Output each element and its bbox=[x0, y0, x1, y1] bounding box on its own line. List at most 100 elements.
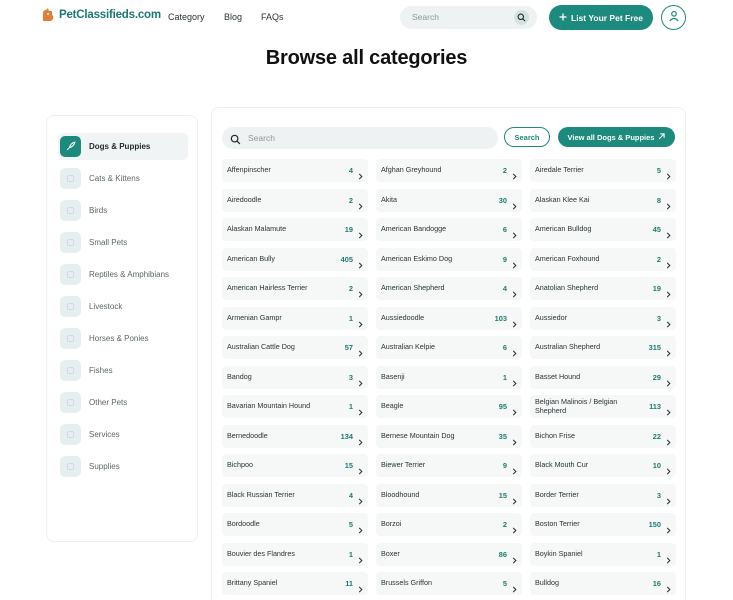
user-account-button[interactable] bbox=[661, 5, 686, 30]
breed-item[interactable]: American Hairless Terrier 2 bbox=[222, 277, 368, 300]
breed-count: 19 bbox=[344, 225, 353, 234]
breed-item[interactable]: Anatolian Shepherd 19 bbox=[530, 277, 676, 300]
site-logo[interactable]: PetClassifieds.com bbox=[40, 7, 161, 23]
breed-count: 45 bbox=[652, 225, 661, 234]
breed-count: 4 bbox=[348, 166, 353, 175]
breed-item[interactable]: American Eskimo Dog 9 bbox=[376, 247, 522, 271]
breed-item[interactable]: Afghan Greyhound 2 bbox=[376, 159, 522, 182]
breed-item[interactable]: Alaskan Klee Kai 8 bbox=[530, 188, 676, 212]
breed-item[interactable]: Airedale Terrier 5 bbox=[530, 159, 676, 182]
breed-item[interactable]: Australian Kelpie 6 bbox=[376, 336, 522, 359]
sidebar-item-label: Other Pets bbox=[89, 398, 128, 407]
breed-item[interactable]: Brittany Spaniel 11 bbox=[222, 572, 368, 595]
chevron-right-icon bbox=[357, 197, 364, 209]
list-your-pet-button[interactable]: List Your Pet Free bbox=[549, 5, 653, 30]
breed-count: 86 bbox=[498, 549, 507, 559]
breed-item[interactable]: Bichon Frise 22 bbox=[530, 424, 676, 448]
breed-item[interactable]: American Bandogge 6 bbox=[376, 218, 522, 241]
breed-count: 405 bbox=[340, 254, 353, 264]
breed-item[interactable]: Australian Cattle Dog 57 bbox=[222, 336, 368, 359]
breed-item[interactable]: American Bulldog 45 bbox=[530, 218, 676, 241]
breed-item[interactable]: Armenian Gampr 1 bbox=[222, 306, 368, 330]
breed-count: 4 bbox=[502, 284, 507, 293]
breed-item[interactable]: Bloodhound 15 bbox=[376, 483, 522, 507]
sidebar-item[interactable]: Services bbox=[58, 421, 120, 448]
chevron-right-icon bbox=[357, 551, 364, 563]
breed-item[interactable]: Beagle 95 bbox=[376, 395, 522, 418]
breed-item[interactable]: Aussiedoodle 103 bbox=[376, 306, 522, 330]
breed-name: Bavarian Mountain Hound bbox=[227, 401, 311, 411]
breed-panel: Search Search View all Dogs & Puppies Af… bbox=[211, 107, 686, 600]
breed-item[interactable]: Basset Hound 29 bbox=[530, 365, 676, 389]
sidebar-item[interactable]: Dogs & Puppies bbox=[58, 133, 188, 160]
breed-item[interactable]: Bandog 3 bbox=[222, 365, 368, 389]
breed-item[interactable]: Black Mouth Cur 10 bbox=[530, 454, 676, 477]
sidebar-item[interactable]: Other Pets bbox=[58, 389, 127, 416]
header-search-placeholder: Search bbox=[412, 12, 439, 22]
breed-name: Brussels Griffon bbox=[381, 578, 432, 588]
sidebar-item[interactable]: Fishes bbox=[58, 357, 113, 384]
breed-item[interactable]: Australian Shepherd 315 bbox=[530, 336, 676, 359]
chevron-right-icon bbox=[357, 167, 364, 180]
breed-item[interactable]: Border Terrier 3 bbox=[530, 483, 676, 507]
breed-name: Bulldog bbox=[535, 578, 559, 588]
nav-blog[interactable]: Blog bbox=[224, 12, 242, 22]
breed-item[interactable]: Borzoi 2 bbox=[376, 513, 522, 536]
chevron-right-icon bbox=[357, 403, 364, 416]
breed-item[interactable]: Basenji 1 bbox=[376, 365, 522, 389]
breed-count: 10 bbox=[652, 461, 661, 470]
breed-item[interactable]: American Foxhound 2 bbox=[530, 247, 676, 271]
header-search-input[interactable]: Search bbox=[400, 6, 537, 29]
breed-item[interactable]: American Shepherd 4 bbox=[376, 277, 522, 300]
breed-count: 2 bbox=[348, 195, 353, 205]
chevron-right-icon bbox=[357, 344, 364, 357]
chevron-right-icon bbox=[511, 167, 518, 180]
breed-count: 134 bbox=[340, 431, 353, 441]
breed-item[interactable]: Boston Terrier 150 bbox=[530, 513, 676, 536]
breed-item[interactable]: Boxer 86 bbox=[376, 542, 522, 566]
breed-item[interactable]: American Bully 405 bbox=[222, 247, 368, 271]
breed-count: 29 bbox=[652, 372, 661, 382]
breed-item[interactable]: Black Russian Terrier 4 bbox=[222, 483, 368, 507]
breed-item[interactable]: Airedoodle 2 bbox=[222, 188, 368, 212]
breed-item[interactable]: Bichpoo 15 bbox=[222, 454, 368, 477]
sidebar-item[interactable]: Horses & Ponies bbox=[58, 325, 149, 352]
breed-item[interactable]: Biewer Terrier 9 bbox=[376, 454, 522, 477]
sidebar-item[interactable]: Birds bbox=[58, 197, 107, 224]
chevron-right-icon bbox=[511, 403, 518, 416]
breed-item[interactable]: Bouvier des Flandres 1 bbox=[222, 542, 368, 566]
search-icon[interactable] bbox=[514, 10, 529, 25]
category-icon bbox=[60, 232, 81, 253]
breed-name: Border Terrier bbox=[535, 489, 579, 499]
chevron-right-icon bbox=[357, 433, 364, 445]
breed-name: Aussiedor bbox=[535, 312, 567, 322]
nav-category[interactable]: Category bbox=[168, 12, 205, 22]
breed-item[interactable]: Aussiedor 3 bbox=[530, 306, 676, 330]
breed-item[interactable]: Bernese Mountain Dog 35 bbox=[376, 424, 522, 448]
breed-item[interactable]: Bavarian Mountain Hound 1 bbox=[222, 395, 368, 418]
breed-count: 9 bbox=[502, 461, 507, 470]
breed-item[interactable]: Boykin Spaniel 1 bbox=[530, 542, 676, 566]
breed-count: 2 bbox=[656, 254, 661, 264]
sidebar-item[interactable]: Reptiles & Amphibians bbox=[58, 261, 169, 288]
sidebar-item[interactable]: Small Pets bbox=[58, 229, 127, 256]
breed-item[interactable]: Belgian Malinois / Belgian Shepherd 113 bbox=[530, 395, 676, 418]
view-all-dogs-button[interactable]: View all Dogs & Puppies bbox=[558, 127, 675, 147]
breed-item[interactable]: Bulldog 16 bbox=[530, 572, 676, 595]
nav-faqs[interactable]: FAQs bbox=[261, 12, 284, 22]
breed-item[interactable]: Bordoodle 5 bbox=[222, 513, 368, 536]
breed-item[interactable]: Bernedoodle 134 bbox=[222, 424, 368, 448]
breed-search-input[interactable]: Search bbox=[222, 127, 498, 149]
breed-item[interactable]: Akita 30 bbox=[376, 188, 522, 212]
chevron-right-icon bbox=[665, 315, 672, 327]
search-button[interactable]: Search bbox=[504, 127, 550, 147]
breed-item[interactable]: Affenpinscher 4 bbox=[222, 159, 368, 182]
breed-item[interactable]: Brussels Griffon 5 bbox=[376, 572, 522, 595]
breed-item[interactable]: Alaskan Malamute 19 bbox=[222, 218, 368, 241]
breed-count: 103 bbox=[494, 313, 507, 323]
breed-count: 57 bbox=[344, 343, 353, 352]
sidebar-item[interactable]: Cats & Kittens bbox=[58, 165, 140, 192]
sidebar-item[interactable]: Supplies bbox=[58, 453, 120, 480]
sidebar-item-label: Horses & Ponies bbox=[89, 334, 149, 343]
sidebar-item[interactable]: Livestock bbox=[58, 293, 122, 320]
